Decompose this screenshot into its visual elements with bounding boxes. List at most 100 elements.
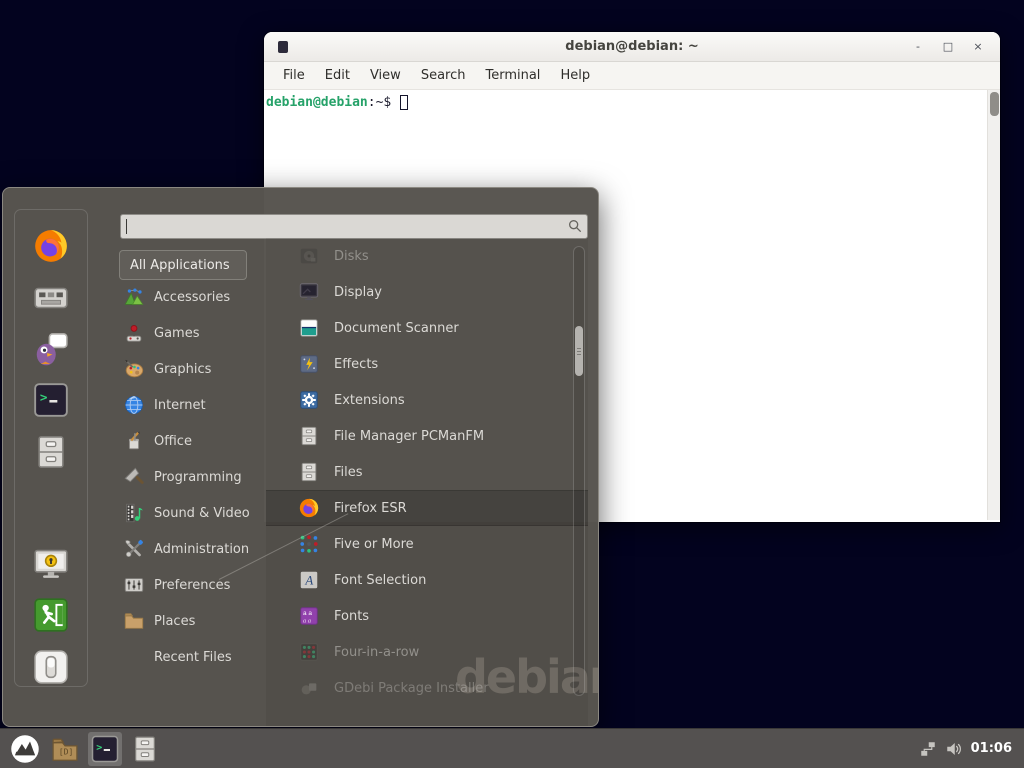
terminal-menu-terminal[interactable]: Terminal bbox=[476, 65, 549, 86]
category-graphics[interactable]: Graphics bbox=[119, 351, 267, 387]
administration-icon bbox=[123, 538, 145, 560]
document-scanner-icon bbox=[298, 317, 320, 339]
app-item-font-selection[interactable]: A Font Selection bbox=[266, 562, 588, 598]
terminal-menu-file[interactable]: File bbox=[274, 65, 314, 86]
close-button[interactable]: × bbox=[970, 39, 986, 55]
app-item-five-or-more[interactable]: Five or More bbox=[266, 526, 588, 562]
favorite-firefox-icon[interactable] bbox=[31, 227, 71, 265]
sound-video-icon bbox=[123, 502, 145, 524]
five-or-more-icon bbox=[298, 533, 320, 555]
app-item-effects[interactable]: Effects bbox=[266, 346, 588, 382]
extensions-icon bbox=[298, 389, 320, 411]
terminal-window-icon bbox=[278, 41, 288, 53]
svg-text:A: A bbox=[304, 574, 313, 588]
category-label: Games bbox=[154, 326, 199, 341]
category-internet[interactable]: Internet bbox=[119, 387, 267, 423]
category-games[interactable]: Games bbox=[119, 315, 267, 351]
app-item-files[interactable]: Files bbox=[266, 454, 588, 490]
app-item-document-scanner[interactable]: Document Scanner bbox=[266, 310, 588, 346]
disks-icon bbox=[298, 245, 320, 267]
app-item-fonts[interactable]: a aa a Fonts bbox=[266, 598, 588, 634]
taskbar-terminal-button[interactable]: > bbox=[88, 732, 122, 766]
menu-scrollbar[interactable] bbox=[573, 246, 585, 696]
svg-text:[D]: [D] bbox=[59, 746, 74, 756]
app-label: Firefox ESR bbox=[334, 501, 407, 516]
category-programming[interactable]: Programming bbox=[119, 459, 267, 495]
terminal-window-title: debian@debian: ~ bbox=[264, 39, 1000, 54]
app-label: Four-in-a-row bbox=[334, 645, 419, 660]
app-item-display[interactable]: Display bbox=[266, 274, 588, 310]
category-label: Places bbox=[154, 614, 195, 629]
terminal-cursor bbox=[400, 95, 408, 110]
favorite-logout-icon[interactable] bbox=[31, 596, 71, 634]
category-label: Preferences bbox=[154, 578, 230, 593]
category-label: Programming bbox=[154, 470, 242, 485]
category-label: Sound & Video bbox=[154, 506, 250, 521]
category-office[interactable]: Office bbox=[119, 423, 267, 459]
prompt-colon: : bbox=[368, 95, 376, 110]
accessories-icon bbox=[123, 286, 145, 308]
graphics-icon bbox=[123, 358, 145, 380]
app-item-extensions[interactable]: Extensions bbox=[266, 382, 588, 418]
minimize-button[interactable]: - bbox=[910, 39, 926, 55]
categories-column: Accessories Games Graphics InternetOffice Pr… bbox=[119, 279, 267, 675]
terminal-menubar: FileEditViewSearchTerminalHelp bbox=[264, 62, 1000, 90]
volume-icon[interactable] bbox=[945, 740, 963, 758]
app-item-firefox-esr[interactable]: Firefox ESR bbox=[266, 490, 588, 526]
app-label: Files bbox=[334, 465, 363, 480]
category-sound-video[interactable]: Sound & Video bbox=[119, 495, 267, 531]
app-label: Font Selection bbox=[334, 573, 426, 588]
menu-scrollbar-thumb[interactable] bbox=[575, 326, 583, 376]
programming-icon bbox=[123, 466, 145, 488]
all-applications-label: All Applications bbox=[130, 258, 230, 273]
all-applications-button[interactable]: All Applications bbox=[119, 250, 247, 280]
terminal-menu-view[interactable]: View bbox=[361, 65, 410, 86]
terminal-menu-edit[interactable]: Edit bbox=[316, 65, 359, 86]
favorite-shutdown-icon[interactable] bbox=[31, 648, 71, 686]
favorite-terminal-icon[interactable]: > bbox=[31, 381, 71, 419]
maximize-button[interactable]: □ bbox=[940, 39, 956, 55]
four-in-a-row-icon bbox=[298, 641, 320, 663]
app-label: Fonts bbox=[334, 609, 369, 624]
favorite-file-cabinet-icon[interactable] bbox=[31, 433, 71, 471]
application-menu: debian > All Applications AccessoriesGam… bbox=[2, 187, 599, 727]
app-label: File Manager PCManFM bbox=[334, 429, 484, 444]
file-cabinet-icon bbox=[298, 461, 320, 483]
category-preferences[interactable]: Preferences bbox=[119, 567, 267, 603]
favorite-lock-screen-icon[interactable] bbox=[31, 545, 71, 583]
app-item-disks[interactable]: Disks bbox=[266, 238, 588, 274]
category-administration[interactable]: Administration bbox=[119, 531, 267, 567]
file-cabinet-icon bbox=[298, 425, 320, 447]
clock[interactable]: 01:06 bbox=[971, 741, 1012, 756]
places-icon bbox=[123, 610, 145, 632]
search-input[interactable] bbox=[120, 214, 588, 239]
category-places[interactable]: Places bbox=[119, 603, 267, 639]
app-item-four-in-a-row[interactable]: Four-in-a-row bbox=[266, 634, 588, 670]
gdebi-icon bbox=[298, 677, 320, 699]
app-label: Display bbox=[334, 285, 382, 300]
prompt-path: ~ bbox=[376, 95, 384, 110]
fonts-icon: a aa a bbox=[298, 605, 320, 627]
app-label: GDebi Package Installer bbox=[334, 681, 489, 696]
favorites-column: > bbox=[14, 209, 88, 687]
taskbar-menu-button-button[interactable] bbox=[8, 732, 42, 766]
svg-text:a a: a a bbox=[303, 610, 312, 617]
app-label: Document Scanner bbox=[334, 321, 459, 336]
favorite-keyboard-icon[interactable] bbox=[31, 278, 71, 316]
category-accessories[interactable]: Accessories bbox=[119, 279, 267, 315]
terminal-titlebar[interactable]: debian@debian: ~ -□ × bbox=[264, 32, 1000, 62]
favorite-pidgin-icon[interactable] bbox=[31, 330, 71, 368]
category-recent-files[interactable]: Recent Files bbox=[119, 639, 267, 675]
terminal-menu-help[interactable]: Help bbox=[551, 65, 599, 86]
taskbar-folder-button[interactable]: [D] bbox=[48, 732, 82, 766]
category-label: Accessories bbox=[154, 290, 230, 305]
app-item-file-manager-pcmanfm[interactable]: File Manager PCManFM bbox=[266, 418, 588, 454]
terminal-scrollbar[interactable] bbox=[987, 90, 1000, 520]
terminal-scrollbar-thumb[interactable] bbox=[990, 92, 999, 116]
app-item-gdebi-package-installer[interactable]: GDebi Package Installer bbox=[266, 670, 588, 706]
category-label: Graphics bbox=[154, 362, 211, 377]
terminal-menu-search[interactable]: Search bbox=[412, 65, 475, 86]
network-icon[interactable] bbox=[919, 740, 937, 758]
taskbar-file-cabinet-button[interactable] bbox=[128, 732, 162, 766]
app-label: Disks bbox=[334, 249, 369, 264]
